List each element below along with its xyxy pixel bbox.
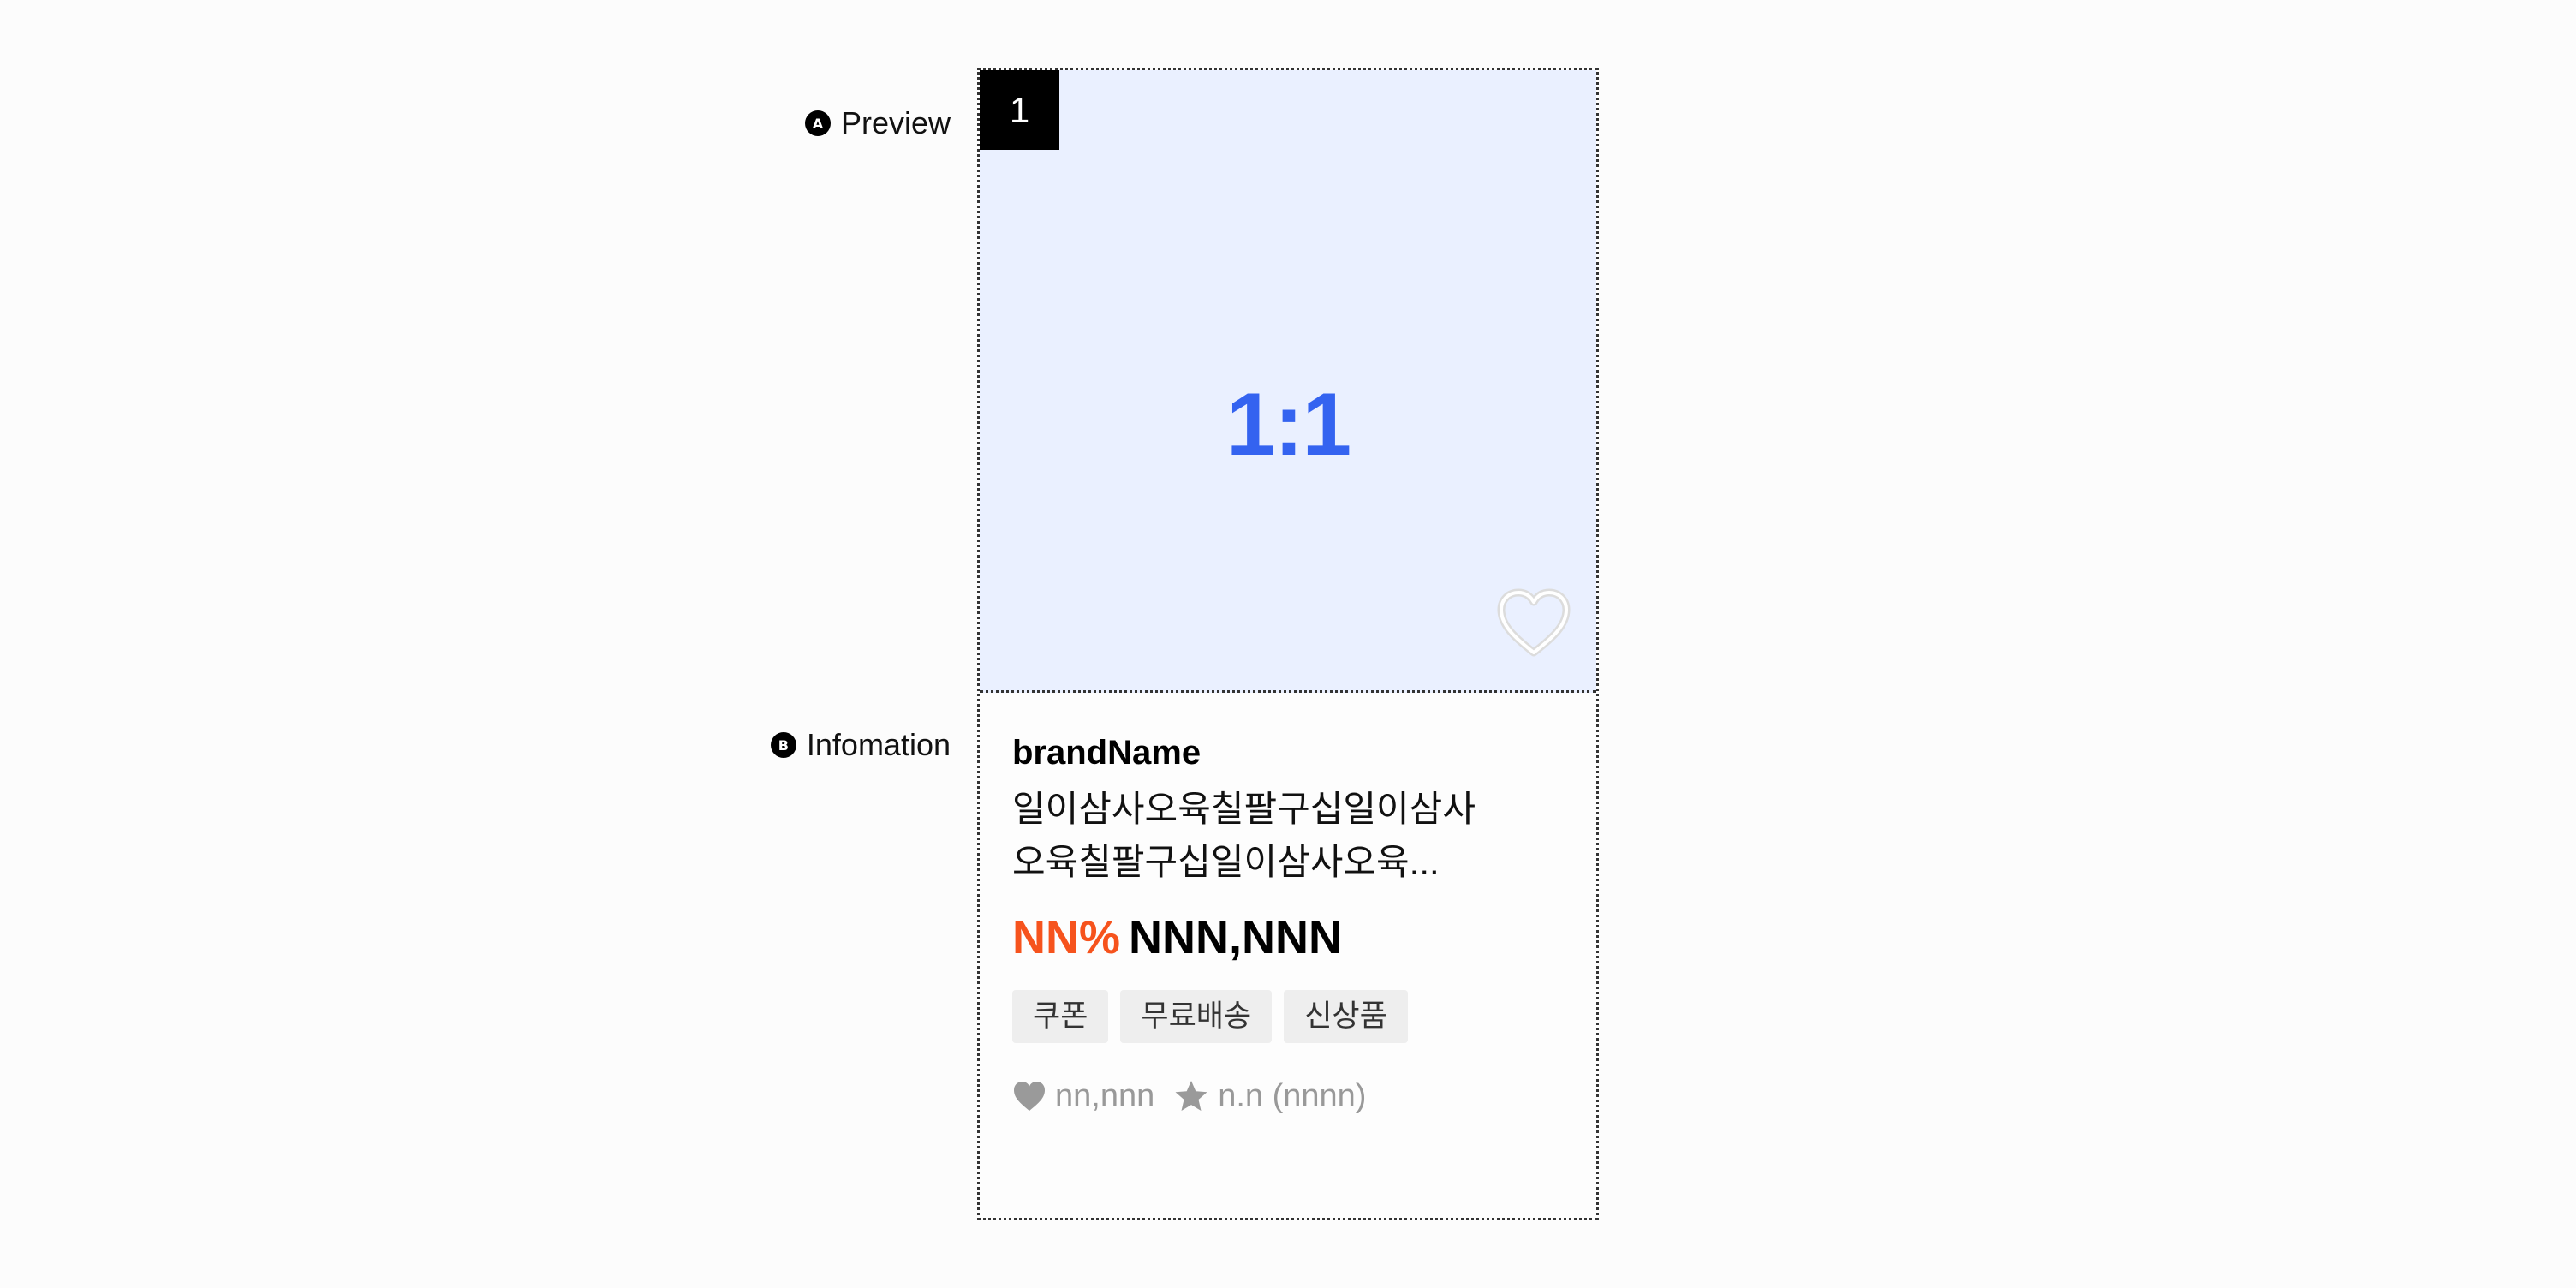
rank-badge: 1 (980, 70, 1059, 150)
star-icon (1175, 1081, 1208, 1111)
product-title-line-2: 오육칠팔구십일이삼사오육... (1012, 842, 1440, 882)
heart-icon (1014, 1082, 1045, 1111)
rating-value: n.n (nnnn) (1218, 1077, 1367, 1114)
sale-price: NNN,NNN (1129, 912, 1343, 963)
likes-count: nn,nnn (1055, 1077, 1155, 1114)
tag-free-shipping: 무료배송 (1120, 990, 1273, 1043)
tag-coupon: 쿠폰 (1012, 990, 1109, 1043)
stage: A Preview B Infomation 1 1:1 brandName 일… (0, 0, 2576, 1288)
product-card[interactable]: 1 1:1 brandName 일이삼사오육칠팔구십일이삼사 오육칠팔구십일이삼… (977, 68, 1599, 1220)
product-stats: nn,nnn n.n (nnnn) (1012, 1074, 1569, 1118)
tag-new: 신상품 (1284, 990, 1408, 1043)
product-information: brandName 일이삼사오육칠팔구십일이삼사 오육칠팔구십일이삼사오육...… (1012, 730, 1569, 1118)
annotation-preview: A Preview (804, 99, 951, 147)
product-title-line-1: 일이삼사오육칠팔구십일이삼사 (1012, 789, 1476, 829)
image-ratio-label: 1:1 (1225, 375, 1351, 474)
discount-rate: NN% (1012, 912, 1121, 963)
likes-stat: nn,nnn (1012, 1078, 1154, 1115)
annotation-label-information: Infomation (806, 727, 951, 762)
annotation-badge-a: A (804, 110, 831, 136)
wishlist-button[interactable] (1497, 587, 1571, 658)
brand-name[interactable]: brandName (1012, 730, 1569, 776)
heart-outline-icon (1497, 588, 1571, 657)
annotation-information: B Infomation (770, 721, 951, 769)
product-preview-image[interactable]: 1 1:1 (980, 70, 1596, 693)
price-row: NN% NNN,NNN (1012, 908, 1569, 968)
product-title[interactable]: 일이삼사오육칠팔구십일이삼사 오육칠팔구십일이삼사오육... (1012, 783, 1509, 889)
tag-list: 쿠폰 무료배송 신상품 (1012, 990, 1569, 1043)
rating-stat: n.n (nnnn) (1173, 1078, 1366, 1115)
annotation-badge-b: B (770, 732, 796, 758)
annotation-label-preview: Preview (840, 105, 951, 140)
